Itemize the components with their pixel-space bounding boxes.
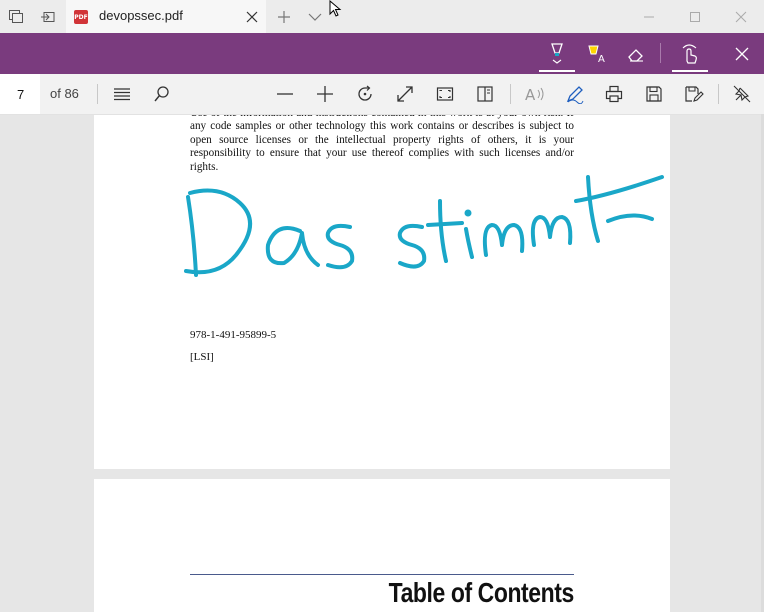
ballpoint-pen-button[interactable] [537,33,577,74]
add-notes-pen-icon[interactable] [555,74,595,114]
new-tab-icon[interactable] [268,0,300,33]
maximize-button[interactable] [672,0,718,33]
page-view-icon[interactable] [465,74,505,114]
print-icon[interactable] [594,74,634,114]
touch-writing-button[interactable] [670,33,710,74]
fit-to-width-icon[interactable] [385,74,425,114]
toolbar-separator [510,84,511,104]
pdf-icon: PDF [74,10,88,24]
svg-text:A: A [598,54,605,65]
back-tabs-icon[interactable] [32,0,64,33]
tab-close-icon[interactable] [238,0,266,33]
zoom-in-icon[interactable] [305,74,345,114]
document-viewer[interactable]: Use of the information and instructions … [0,115,764,612]
close-window-button[interactable] [718,0,764,33]
read-aloud-icon[interactable]: A [515,74,555,114]
close-ink-icon[interactable] [722,33,762,74]
handwriting-annotation [184,175,664,277]
mouse-cursor-icon [326,0,346,33]
pdf-toolbar: 7 of 86 A [0,74,764,115]
toolbar-separator [718,84,719,104]
search-icon[interactable] [142,74,182,114]
page-count: of 86 [50,86,79,101]
title-bar: PDF devopssec.pdf [0,0,764,33]
tab-title: devopssec.pdf [99,8,183,23]
unpin-toolbar-icon[interactable] [722,74,762,114]
ink-toolbar: A [0,33,764,74]
save-as-icon[interactable] [674,74,714,114]
table-of-contents-icon[interactable] [102,74,142,114]
fit-page-icon[interactable] [425,74,465,114]
svg-text:A: A [525,86,536,103]
tab-devopssec[interactable]: PDF devopssec.pdf [66,0,266,33]
toolbar-separator [97,84,98,104]
rotate-icon[interactable] [345,74,385,114]
active-tool-indicator [539,70,575,72]
page-number-input[interactable]: 7 [0,74,40,114]
tab-list-icon[interactable] [0,0,32,33]
minimize-button[interactable] [626,0,672,33]
highlighter-button[interactable]: A [577,33,617,74]
touch-active-indicator [672,70,708,72]
zoom-out-icon[interactable] [265,74,305,114]
ink-separator [660,43,661,63]
eraser-button[interactable] [616,33,656,74]
save-icon[interactable] [634,74,674,114]
